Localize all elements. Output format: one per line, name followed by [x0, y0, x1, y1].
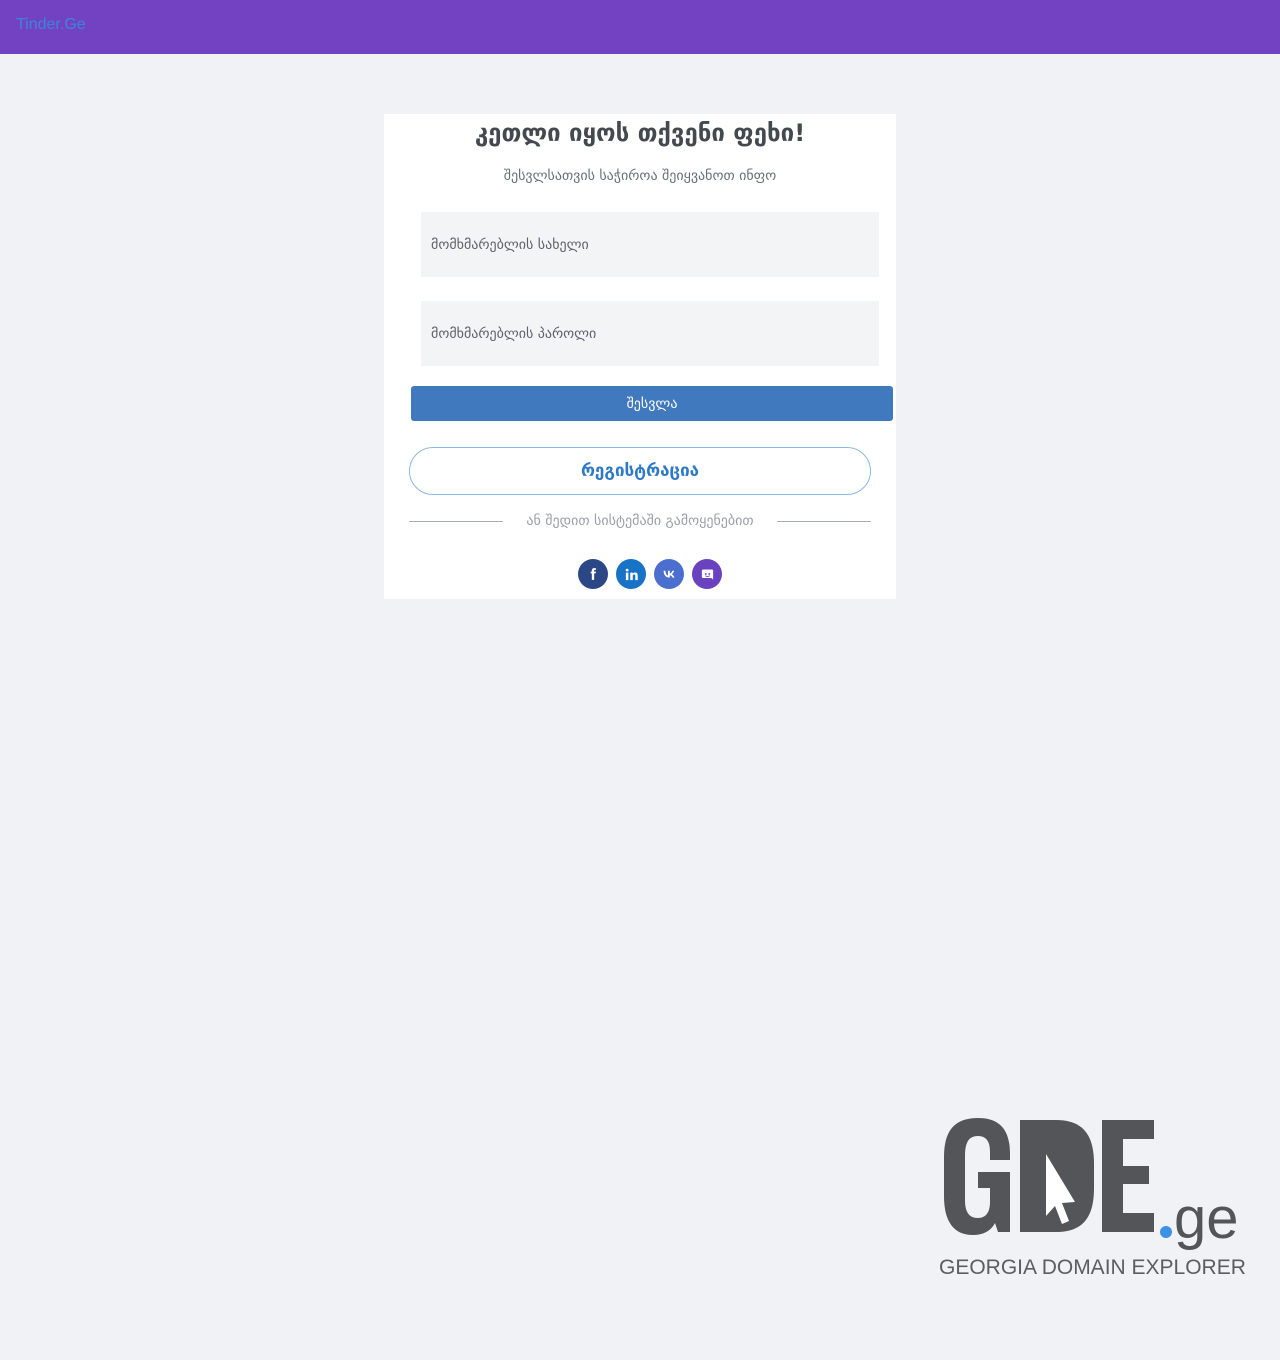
- linkedin-login-button[interactable]: [616, 559, 646, 589]
- facebook-icon: [590, 568, 596, 580]
- discord-icon: [701, 569, 713, 579]
- linkedin-icon: [625, 568, 638, 580]
- brand-link[interactable]: Tinder.Ge: [16, 16, 86, 34]
- svg-text:ge: ge: [1174, 1186, 1239, 1251]
- vk-icon: [663, 570, 675, 578]
- login-subtitle: შესვლსათვის საჭიროა შეიყვანოთ ინფო: [503, 168, 777, 184]
- register-button[interactable]: რეგისტრაცია: [409, 447, 871, 495]
- divider-line-left: [409, 521, 503, 522]
- username-input[interactable]: [421, 212, 879, 277]
- page-title: კეთლი იყოს თქვენი ფეხი!: [474, 119, 806, 147]
- facebook-login-button[interactable]: [578, 559, 608, 589]
- gde-caption: GEORGIA DOMAIN EXPLORER: [939, 1256, 1246, 1279]
- top-navbar: Tinder.Ge: [0, 0, 1280, 54]
- divider-line-right: [777, 521, 871, 522]
- login-button[interactable]: შესვლა: [411, 386, 893, 421]
- discord-login-button[interactable]: [692, 559, 722, 589]
- vk-login-button[interactable]: [654, 559, 684, 589]
- social-login-divider-text: ან შედით სისტემაში გამოყენებით: [526, 513, 754, 529]
- password-input[interactable]: [421, 301, 879, 366]
